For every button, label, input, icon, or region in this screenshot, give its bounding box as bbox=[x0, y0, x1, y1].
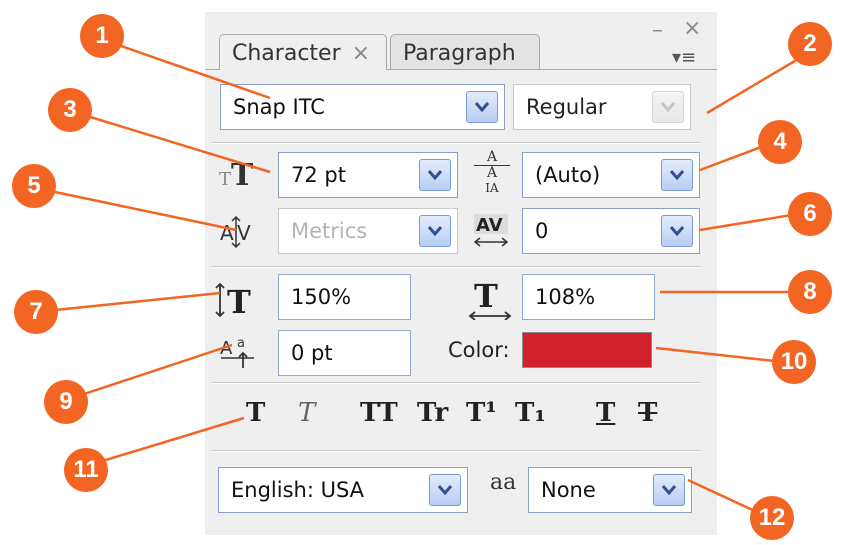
callout-3: 3 bbox=[48, 88, 92, 132]
callout-8: 8 bbox=[788, 270, 832, 314]
callout-1: 1 bbox=[80, 14, 124, 58]
callout-2: 2 bbox=[788, 22, 832, 66]
callout-5: 5 bbox=[12, 164, 56, 208]
callout-lines bbox=[35, 38, 811, 521]
callout-9: 9 bbox=[44, 380, 88, 424]
callout-10: 10 bbox=[772, 340, 816, 384]
callout-12: 12 bbox=[750, 496, 794, 540]
callout-4: 4 bbox=[758, 120, 802, 164]
callout-6: 6 bbox=[788, 192, 832, 236]
callout-11: 11 bbox=[64, 448, 108, 492]
callout-7: 7 bbox=[14, 290, 58, 334]
